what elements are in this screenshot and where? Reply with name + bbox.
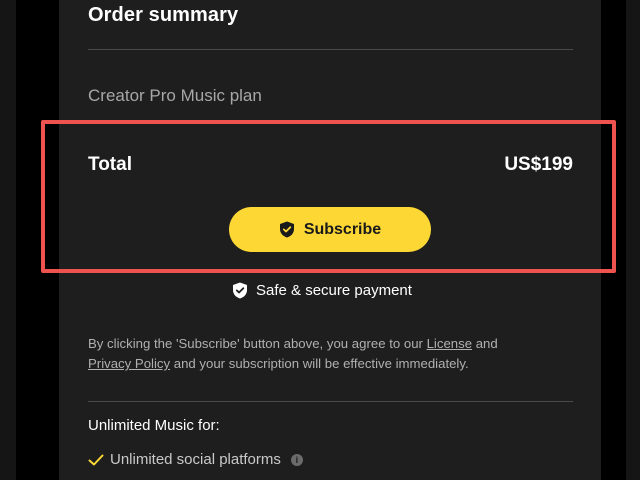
left-gutter [0, 0, 16, 480]
secure-payment-text: Safe & secure payment [256, 282, 412, 299]
privacy-policy-link[interactable]: Privacy Policy [88, 356, 170, 371]
subscribe-button[interactable]: Subscribe [229, 207, 431, 252]
unlimited-music-title: Unlimited Music for: [88, 417, 220, 434]
right-gutter [626, 0, 640, 480]
shield-check-icon [279, 221, 295, 238]
terms-and: and [472, 336, 498, 351]
plan-name: Creator Pro Music plan [88, 86, 262, 105]
info-icon[interactable]: i [290, 453, 303, 466]
check-icon [88, 453, 104, 467]
license-link[interactable]: License [427, 336, 472, 351]
shield-check-icon [232, 282, 248, 299]
secure-payment-note: Safe & secure payment [232, 282, 412, 299]
terms-prefix: By clicking the 'Subscribe' button above… [88, 336, 427, 351]
total-label: Total [88, 154, 132, 175]
terms-suffix: and your subscription will be effective … [170, 356, 469, 371]
order-summary-title: Order summary [88, 4, 239, 26]
title-divider [88, 49, 573, 50]
feature-item: Unlimited social platforms i [88, 451, 303, 468]
terms-text: By clicking the 'Subscribe' button above… [88, 334, 558, 374]
terms-divider [88, 401, 573, 402]
feature-label: Unlimited social platforms [110, 451, 281, 468]
subscribe-label: Subscribe [303, 220, 382, 238]
total-amount: US$199 [504, 154, 573, 175]
page: Order summary Creator Pro Music plan Tot… [0, 0, 640, 480]
